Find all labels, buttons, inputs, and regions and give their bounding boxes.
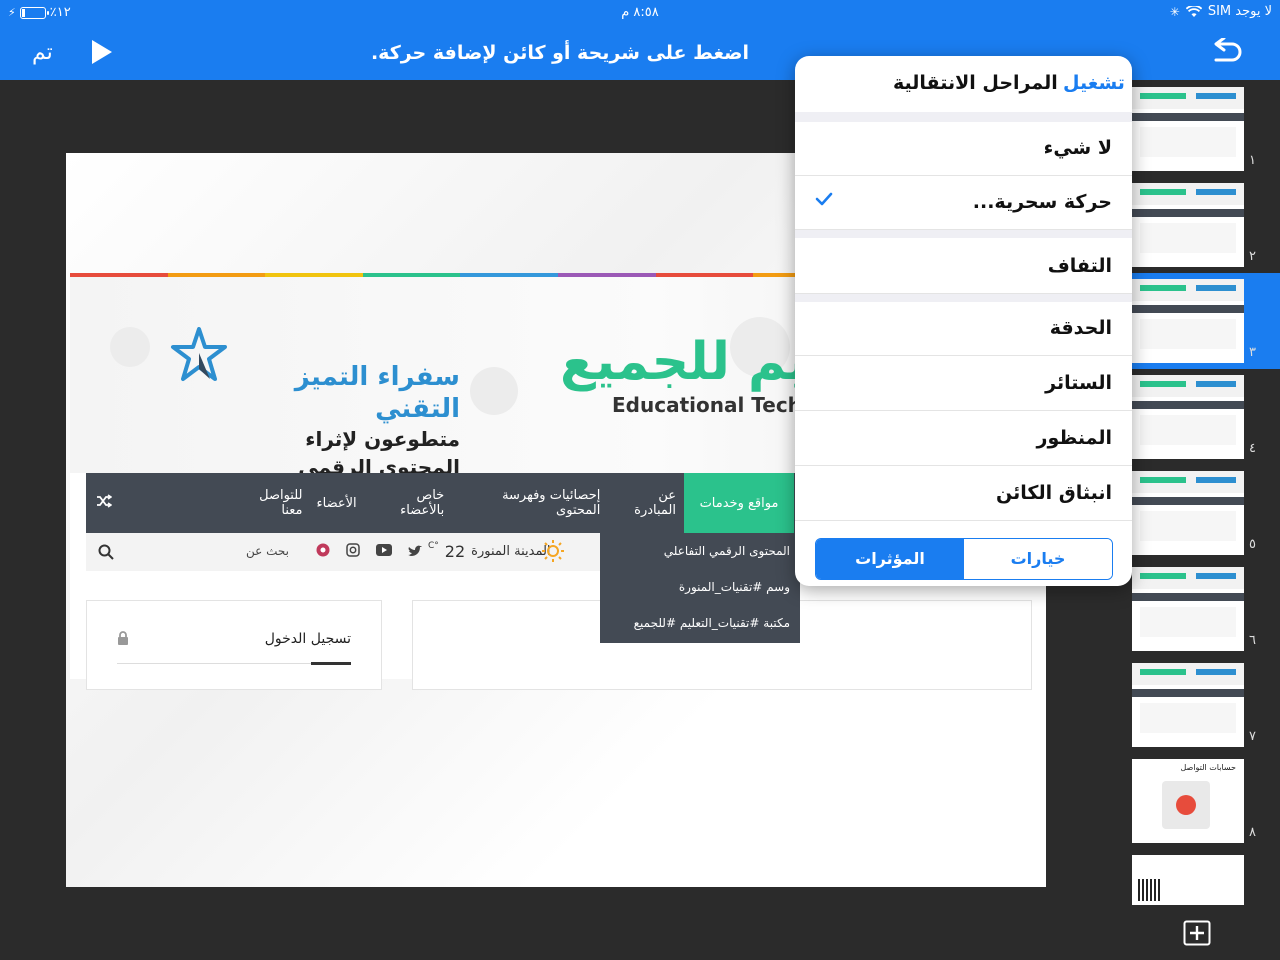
done-button[interactable]: تم xyxy=(32,40,53,65)
twitter-icon xyxy=(408,545,422,556)
transition-option-label: المنظور xyxy=(1036,427,1113,449)
play-transition-button[interactable]: تشغيل xyxy=(1063,72,1125,94)
slide-navigator: ١ ٢ ٣ ٤ ٥ ٦ ٧ حسابات التواصل ٨ xyxy=(1112,80,1280,960)
slide-thumbnail[interactable] xyxy=(1132,471,1244,555)
social-icons xyxy=(316,543,423,557)
login-box: تسجيل الدخول xyxy=(86,600,382,690)
login-title: تسجيل الدخول xyxy=(264,631,351,647)
nav-item: خاص بالأعضاء xyxy=(400,488,445,518)
slide-number: ٢ xyxy=(1249,249,1256,264)
transition-option-label: الستائر xyxy=(1045,372,1112,394)
slide-thumbnail[interactable] xyxy=(1132,567,1244,651)
carrier-info: لا يوجد SIM ✳ xyxy=(1170,4,1272,19)
slide-number: ٧ xyxy=(1249,729,1256,744)
slide-number: ١ xyxy=(1249,153,1256,168)
slide-number: ٦ xyxy=(1249,633,1256,648)
slide-thumbnail[interactable] xyxy=(1132,375,1244,459)
nav-item: الأعضاء xyxy=(316,495,357,511)
instagram-icon xyxy=(346,543,360,557)
transition-option[interactable]: لا شيء xyxy=(795,122,1132,176)
shuffle-icon xyxy=(97,494,112,508)
brand-subtitle: متطوعون لإثراء المحتوى الرقمي xyxy=(298,427,460,473)
weather-temp: 22 xyxy=(444,542,466,561)
transition-option[interactable]: التفاف xyxy=(795,240,1132,294)
popover-title: المراحل الانتقالية xyxy=(893,72,1058,94)
slide-thumbnail[interactable] xyxy=(1132,183,1244,267)
search-icon xyxy=(98,544,114,560)
brand-title: سفراء التميز التقني xyxy=(294,362,460,424)
toolbar-hint: اضغط على شريحة أو كائن لإضافة حركة. xyxy=(370,42,750,64)
nav-item: إحصائيات وفهرسة المحتوى xyxy=(502,488,601,518)
slide-thumbnail[interactable] xyxy=(1132,855,1244,905)
edu-title-en: Educational Techn xyxy=(612,393,817,417)
slide-number: ٤ xyxy=(1249,441,1256,456)
transition-option[interactable]: الستائر xyxy=(795,357,1132,411)
nav-items: عن المبادرة إحصائيات وفهرسة المحتوى خاص با… xyxy=(236,473,676,533)
pinterest-icon xyxy=(316,543,330,557)
slide-number: ٨ xyxy=(1249,825,1256,840)
weather-city: المدينة المنورة xyxy=(471,544,551,559)
popover-header: تشغيل المراحل الانتقالية xyxy=(795,56,1132,112)
slide-thumbnail[interactable] xyxy=(1132,87,1244,171)
youtube-icon xyxy=(376,544,392,556)
transition-option-label: لا شيء xyxy=(1043,137,1112,159)
search-label: بحث عن xyxy=(246,544,289,558)
checkmark-icon xyxy=(815,192,833,206)
weather-unit: °C xyxy=(428,540,439,551)
segmented-control: خيارات المؤثرات xyxy=(815,538,1113,580)
tab-options[interactable]: خيارات xyxy=(964,539,1112,579)
transition-option-label: التفاف xyxy=(1047,255,1112,277)
transition-option[interactable]: انبثاق الكائن xyxy=(795,467,1132,521)
sun-icon xyxy=(542,540,564,562)
transition-option-label: الحدقة xyxy=(1049,317,1112,339)
carrier-label: لا يوجد SIM xyxy=(1207,4,1272,19)
slide-thumbnail[interactable]: حسابات التواصل xyxy=(1132,759,1244,843)
weather-widget: المدينة المنورة 22 °C xyxy=(428,540,551,562)
transitions-popover: تشغيل المراحل الانتقالية خيارات المؤثرات… xyxy=(795,56,1132,586)
slide-number: ٣ xyxy=(1249,345,1256,360)
slide-thumbnail[interactable] xyxy=(1132,279,1244,363)
slide-number: ٥ xyxy=(1249,537,1256,552)
lock-icon xyxy=(118,631,128,645)
dropdown-item: وسم #تقنيات_المنورة xyxy=(678,580,790,594)
transition-option[interactable]: حركة سحرية... xyxy=(795,176,1132,230)
wifi-icon xyxy=(1185,5,1202,17)
nav-item: للتواصل معنا xyxy=(259,488,303,518)
thumb-title: حسابات التواصل xyxy=(1180,763,1236,772)
nav-item: عن المبادرة xyxy=(634,488,676,518)
add-slide-icon[interactable] xyxy=(1183,920,1211,946)
status-bar: ⚡ ٪١٢ ٨:٥٨ م لا يوجد SIM ✳ xyxy=(0,0,1280,28)
transition-option-label: حركة سحرية... xyxy=(972,191,1112,213)
transition-option[interactable]: الحدقة xyxy=(795,302,1132,356)
nav-dropdown: المحتوى الرقمي التفاعلي وسم #تقنيات_المنو… xyxy=(600,533,800,643)
transition-option[interactable]: المنظور xyxy=(795,412,1132,466)
undo-icon[interactable] xyxy=(1210,38,1244,66)
tab-effects[interactable]: المؤثرات xyxy=(816,539,964,579)
status-time: ٨:٥٨ م xyxy=(621,5,659,20)
play-icon[interactable] xyxy=(92,40,112,64)
activity-icon: ✳ xyxy=(1169,4,1180,19)
slide-thumbnail[interactable] xyxy=(1132,663,1244,747)
dropdown-item: المحتوى الرقمي التفاعلي xyxy=(663,544,790,558)
nav-item-active: مواقع وخدمات xyxy=(684,473,794,533)
transition-option-label: انبثاق الكائن xyxy=(996,482,1112,504)
dropdown-item: مكتبة #تقنيات_التعليم #للجميع xyxy=(633,616,790,630)
